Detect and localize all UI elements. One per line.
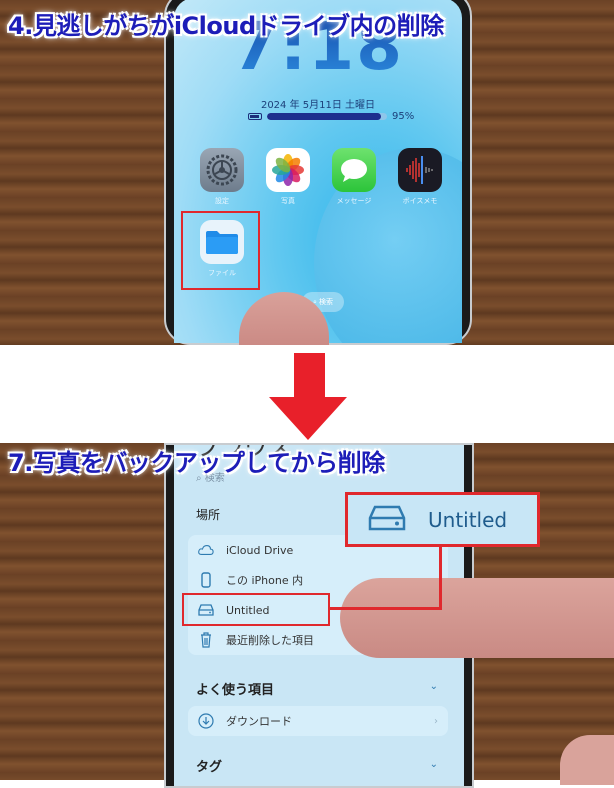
lock-date: 2024 年 5月11日 土曜日 [260,100,376,111]
chevron-down-icon[interactable]: ⌄ [430,681,438,692]
favorites-header[interactable]: よく使う項目 [196,679,274,698]
finger [560,735,614,785]
waveform-icon [398,148,442,192]
callout-connector [439,547,442,610]
caption-top: 4.見逃しがちがiCloudドライブ内の削除 [8,12,444,40]
callout-label: Untitled [428,507,508,532]
down-arrow-icon [294,353,325,398]
callout-connector [330,607,442,610]
chevron-right-icon: › [434,715,438,727]
favorites-list: ダウンロード › [188,706,448,736]
place-label: 最近削除した項目 [226,634,314,647]
down-arrow-head [269,397,347,440]
battery-fill [267,113,381,120]
app-voice-memos[interactable]: ボイスメモ [398,148,442,206]
phone-home-screen: 7:18 2024 年 5月11日 土曜日 95% 設定 写真 メッセージ ボイ… [164,0,472,345]
battery-percent: 95% [392,111,415,122]
tags-header[interactable]: タグ [196,756,222,775]
untitled-highlight-box [182,593,330,626]
finger [340,578,614,658]
search-label: 検索 [318,298,333,306]
app-settings[interactable]: 設定 [200,148,244,206]
trash-icon [198,632,214,648]
photos-flower-icon [266,148,310,192]
favorite-label: ダウンロード [226,715,292,728]
app-photos[interactable]: 写真 [266,148,310,206]
phone-icon [198,572,214,588]
speech-bubble-icon [332,148,376,192]
gear-icon [200,148,244,192]
drive-icon [368,505,406,535]
download-icon [198,713,214,729]
app-label: メッセージ [336,197,372,205]
caption-bottom: 7.写真をバックアップしてから削除 [8,449,385,477]
battery-bar [267,113,387,120]
places-header: 場所 [196,508,221,522]
home-screen: 7:18 2024 年 5月11日 土曜日 95% 設定 写真 メッセージ ボイ… [174,0,462,343]
battery-icon [248,113,262,120]
cloud-icon [198,542,214,558]
place-label: この iPhone 内 [226,574,304,587]
app-row: 設定 写真 メッセージ ボイスメモ [200,148,442,206]
app-label: 写真 [281,197,295,205]
place-label: iCloud Drive [226,543,294,557]
app-label: 設定 [215,197,229,205]
app-label: ボイスメモ [402,197,438,205]
favorite-downloads[interactable]: ダウンロード › [188,706,448,736]
untitled-callout: Untitled [345,492,540,547]
chevron-down-icon[interactable]: ⌄ [430,759,438,770]
battery-widget: 95% [248,111,414,122]
files-highlight-box [181,211,260,290]
app-messages[interactable]: メッセージ [332,148,376,206]
